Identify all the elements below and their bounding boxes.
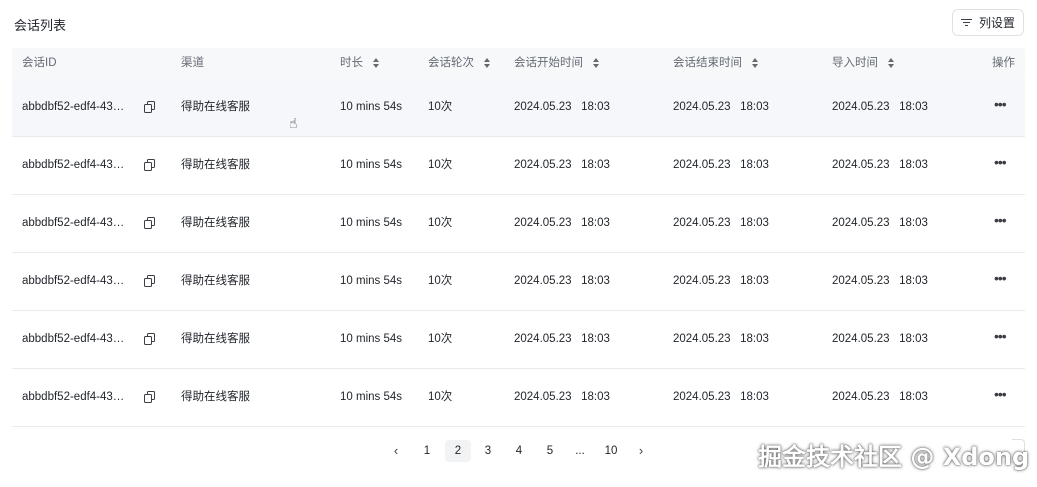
sort-icon[interactable] (373, 58, 379, 68)
column-settings-button[interactable]: 列设置 (952, 9, 1024, 36)
more-icon[interactable]: ••• (994, 368, 1007, 426)
session-id: abbdbf52-edf4-43… (22, 391, 125, 403)
column-header-start-time[interactable]: 会话开始时间 (514, 48, 599, 78)
rounds: 10次 (428, 333, 453, 345)
more-icon[interactable]: ••• (994, 136, 1007, 194)
prev-page-button[interactable]: ‹ (383, 440, 409, 462)
table-row[interactable]: abbdbf52-edf4-43… 得助在线客服 10 mins 54s 10次 202… (12, 194, 1025, 253)
column-header-duration[interactable]: 时长 (340, 48, 379, 78)
copy-icon[interactable] (144, 159, 155, 171)
column-header-session-id: 会话ID (22, 57, 57, 69)
start-time: 2024.05.23 18:03 (514, 101, 610, 113)
import-time: 2024.05.23 18:03 (832, 275, 928, 287)
channel: 得助在线客服 (181, 217, 250, 229)
end-time: 2024.05.23 18:03 (673, 101, 769, 113)
sort-icon[interactable] (484, 58, 490, 68)
copy-icon[interactable] (144, 333, 155, 345)
column-header-rounds[interactable]: 会话轮次 (428, 48, 490, 78)
page-4-button[interactable]: 4 (506, 440, 532, 462)
hand-cursor-icon: ☝ (289, 115, 298, 131)
duration: 10 mins 54s (340, 159, 403, 171)
column-header-channel: 渠道 (181, 57, 204, 69)
end-time: 2024.05.23 18:03 (673, 217, 769, 229)
session-id: abbdbf52-edf4-43… (22, 275, 125, 287)
import-time: 2024.05.23 18:03 (832, 101, 928, 113)
channel: 得助在线客服 (181, 159, 250, 171)
channel: 得助在线客服 (181, 101, 250, 113)
rounds: 10次 (428, 275, 453, 287)
sort-icon[interactable] (752, 58, 758, 68)
page-title: 会话列表 (14, 18, 67, 33)
session-id: abbdbf52-edf4-43… (22, 159, 125, 171)
start-time: 2024.05.23 18:03 (514, 333, 610, 345)
copy-icon[interactable] (144, 391, 155, 403)
watermark: 掘金技术社区 @ Xdong (758, 443, 1030, 471)
more-icon[interactable]: ••• (994, 194, 1007, 252)
import-time: 2024.05.23 18:03 (832, 159, 928, 171)
column-header-actions: 操作 (992, 57, 1015, 69)
rounds: 10次 (428, 159, 453, 171)
start-time: 2024.05.23 18:03 (514, 159, 610, 171)
page-5-button[interactable]: 5 (537, 440, 563, 462)
rounds: 10次 (428, 391, 453, 403)
page-10-button[interactable]: 10 (598, 440, 624, 462)
table-row[interactable]: abbdbf52-edf4-43… 得助在线客服 10 mins 54s 10次 202… (12, 368, 1025, 427)
table-row[interactable]: abbdbf52-edf4-43… 得助在线客服 10 mins 54s 10次 202… (12, 310, 1025, 369)
end-time: 2024.05.23 18:03 (673, 159, 769, 171)
duration: 10 mins 54s (340, 275, 403, 287)
session-id: abbdbf52-edf4-43… (22, 333, 125, 345)
copy-icon[interactable] (144, 101, 155, 113)
more-icon[interactable]: ••• (994, 78, 1007, 136)
next-page-button[interactable]: › (628, 440, 654, 462)
rounds: 10次 (428, 217, 453, 229)
table-row[interactable]: abbdbf52-edf4-43… 得助在线客服 10 mins 54s 10次 202… (12, 78, 1025, 137)
table-row[interactable]: abbdbf52-edf4-43… 得助在线客服 10 mins 54s 10次 202… (12, 136, 1025, 195)
session-id: abbdbf52-edf4-43… (22, 217, 125, 229)
duration: 10 mins 54s (340, 333, 403, 345)
copy-icon[interactable] (144, 275, 155, 287)
more-icon[interactable]: ••• (994, 310, 1007, 368)
more-icon[interactable]: ••• (994, 252, 1007, 310)
duration: 10 mins 54s (340, 217, 403, 229)
start-time: 2024.05.23 18:03 (514, 217, 610, 229)
end-time: 2024.05.23 18:03 (673, 391, 769, 403)
start-time: 2024.05.23 18:03 (514, 391, 610, 403)
page-ellipsis[interactable]: ... (567, 440, 593, 462)
table-row[interactable]: abbdbf52-edf4-43… 得助在线客服 10 mins 54s 10次 202… (12, 252, 1025, 311)
rounds: 10次 (428, 101, 453, 113)
channel: 得助在线客服 (181, 333, 250, 345)
import-time: 2024.05.23 18:03 (832, 217, 928, 229)
sort-icon[interactable] (888, 58, 894, 68)
copy-icon[interactable] (144, 217, 155, 229)
channel: 得助在线客服 (181, 275, 250, 287)
filter-icon (960, 17, 972, 29)
sort-icon[interactable] (593, 58, 599, 68)
import-time: 2024.05.23 18:03 (832, 391, 928, 403)
page-1-button[interactable]: 1 (414, 440, 440, 462)
channel: 得助在线客服 (181, 391, 250, 403)
column-settings-label: 列设置 (978, 16, 1015, 30)
import-time: 2024.05.23 18:03 (832, 333, 928, 345)
start-time: 2024.05.23 18:03 (514, 275, 610, 287)
column-header-import-time[interactable]: 导入时间 (832, 48, 894, 78)
page-2-button[interactable]: 2 (445, 440, 471, 462)
table-header: 会话ID 渠道 时长 会话轮次 会话开始时间 会话结束时间 导入时间 操作 (12, 48, 1025, 78)
duration: 10 mins 54s (340, 391, 403, 403)
end-time: 2024.05.23 18:03 (673, 333, 769, 345)
duration: 10 mins 54s (340, 101, 403, 113)
session-id: abbdbf52-edf4-43… (22, 101, 125, 113)
page-3-button[interactable]: 3 (475, 440, 501, 462)
end-time: 2024.05.23 18:03 (673, 275, 769, 287)
column-header-end-time[interactable]: 会话结束时间 (673, 48, 758, 78)
